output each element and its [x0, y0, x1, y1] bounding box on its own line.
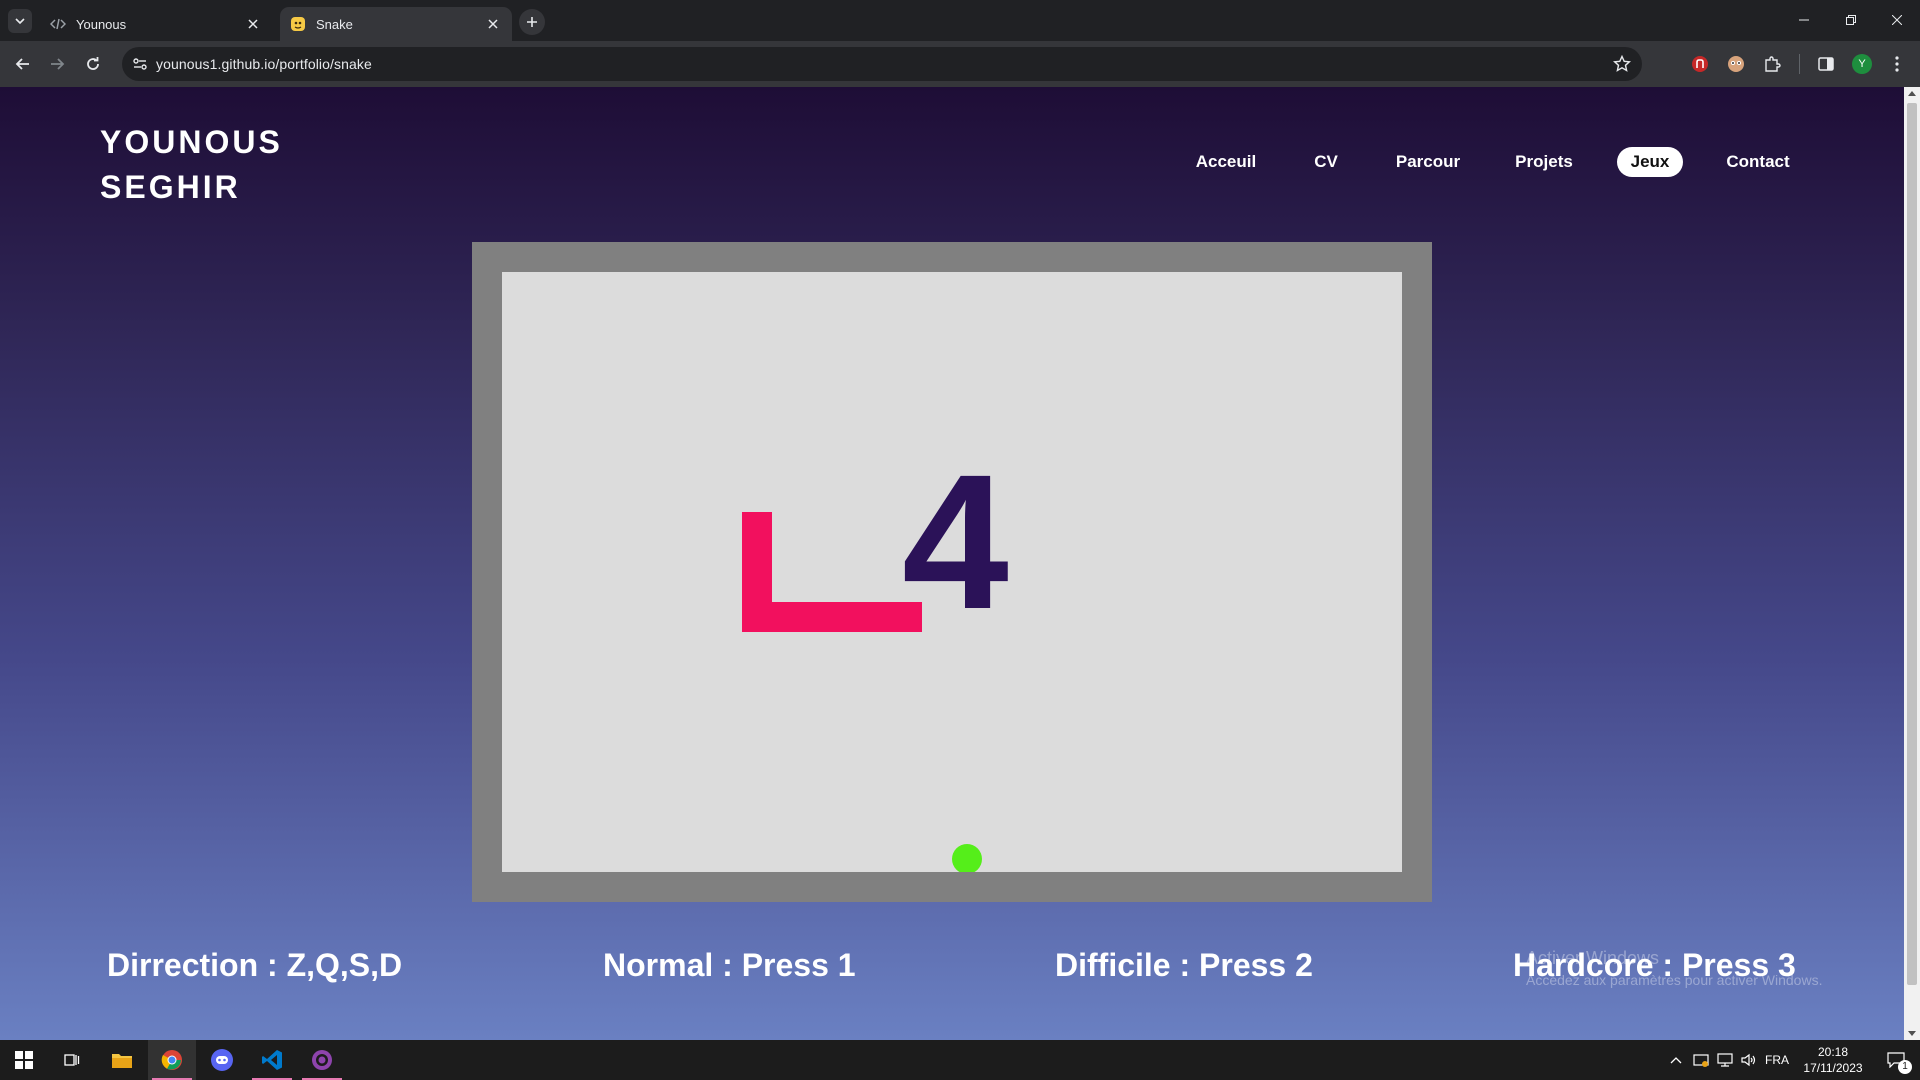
nav-link-acceuil[interactable]: Acceuil — [1182, 147, 1270, 177]
new-tab-button[interactable] — [519, 9, 545, 35]
browser-toolbar: younous1.github.io/portfolio/snake Y — [0, 41, 1920, 87]
page-viewport: YOUNOUS SEGHIR Acceuil CV Parcour Projet… — [0, 87, 1904, 1040]
control-difficile: Difficile : Press 2 — [1055, 947, 1313, 983]
scroll-up-icon[interactable] — [1908, 91, 1916, 96]
browser-tab-strip: Younous Snake — [0, 0, 1920, 41]
reload-button[interactable] — [80, 51, 106, 77]
profile-initial: Y — [1858, 58, 1866, 70]
github-desktop-icon — [312, 1050, 332, 1070]
score-display: 4 — [902, 434, 1009, 649]
reload-icon — [87, 57, 99, 70]
nav-link-cv[interactable]: CV — [1300, 147, 1352, 177]
volume-icon[interactable] — [1738, 1040, 1760, 1080]
start-button[interactable] — [0, 1040, 48, 1080]
windows-taskbar: FRA 20:18 17/11/2023 1 — [0, 1040, 1920, 1080]
task-view-icon — [64, 1054, 80, 1066]
close-icon[interactable] — [244, 15, 262, 33]
close-window-button[interactable] — [1882, 6, 1912, 34]
restore-button[interactable] — [1836, 6, 1866, 34]
snake-favicon-icon — [290, 16, 306, 32]
tab-title: Younous — [76, 16, 127, 32]
game-board[interactable]: 4 — [502, 272, 1402, 872]
game-frame: 4 — [472, 242, 1432, 902]
file-explorer-button[interactable] — [98, 1040, 146, 1080]
bookmark-star-icon[interactable] — [1612, 54, 1632, 74]
snake-food — [952, 844, 982, 872]
toolbar-separator — [1799, 54, 1800, 74]
control-direction: Dirrection : Z,Q,S,D — [107, 947, 403, 983]
main-nav: Acceuil CV Parcour Projets Jeux Contact — [0, 147, 1904, 179]
site-info-icon[interactable] — [130, 54, 150, 74]
snake-body-horizontal — [742, 602, 922, 632]
browser-tab-younous[interactable]: Younous — [40, 7, 272, 41]
chrome-icon — [161, 1050, 182, 1070]
notification-center-button[interactable]: 1 — [1880, 1040, 1912, 1080]
folder-icon — [112, 1054, 132, 1068]
chevron-down-icon — [15, 18, 25, 25]
address-bar[interactable]: younous1.github.io/portfolio/snake — [122, 47, 1642, 81]
clock-time: 20:18 — [1817, 1045, 1849, 1059]
close-icon[interactable] — [484, 15, 502, 33]
forward-button[interactable] — [44, 51, 70, 77]
tab-search-button[interactable] — [8, 9, 32, 33]
discord-icon — [211, 1049, 233, 1071]
watermark-title: Activer Windows — [1526, 948, 1660, 968]
kebab-menu-icon — [1895, 56, 1899, 72]
vscode-icon — [262, 1050, 282, 1070]
nav-link-parcour[interactable]: Parcour — [1380, 147, 1476, 177]
extension-red-icon[interactable] — [1689, 53, 1711, 75]
github-desktop-taskbar-button[interactable] — [298, 1040, 346, 1080]
nav-link-contact[interactable]: Contact — [1716, 147, 1800, 177]
nav-link-projets[interactable]: Projets — [1504, 147, 1584, 177]
notification-count: 1 — [1898, 1060, 1912, 1074]
control-normal: Normal : Press 1 — [603, 947, 856, 983]
url-text: younous1.github.io/portfolio/snake — [156, 56, 372, 72]
watermark-subtitle: Accédez aux paramètres pour activer Wind… — [1526, 972, 1823, 988]
windows-logo-icon — [15, 1051, 33, 1069]
tray-security-icon[interactable] — [1690, 1040, 1712, 1080]
network-icon[interactable] — [1714, 1040, 1736, 1080]
clock-date: 17/11/2023 — [1803, 1061, 1863, 1075]
restore-icon — [1846, 15, 1856, 25]
minimize-icon — [1799, 19, 1809, 21]
code-icon — [50, 16, 66, 32]
taskbar-clock[interactable]: 20:18 17/11/2023 — [1786, 1044, 1880, 1076]
back-button[interactable] — [10, 51, 36, 77]
scrollbar-thumb[interactable] — [1907, 103, 1917, 985]
show-hidden-icons-button[interactable] — [1666, 1040, 1686, 1080]
nav-link-jeux[interactable]: Jeux — [1617, 147, 1683, 177]
tab-title: Snake — [316, 16, 353, 32]
arrow-left-icon — [15, 58, 29, 70]
extensions-puzzle-icon[interactable] — [1761, 53, 1783, 75]
browser-tab-snake[interactable]: Snake — [280, 7, 512, 41]
close-icon — [1892, 15, 1902, 25]
minimize-button[interactable] — [1789, 6, 1819, 34]
windows-activation-watermark: Activer Windows Accédez aux paramètres p… — [1526, 947, 1822, 991]
browser-menu-button[interactable] — [1886, 53, 1908, 75]
extension-face-icon[interactable] — [1725, 53, 1747, 75]
profile-avatar[interactable]: Y — [1851, 53, 1873, 75]
page-scrollbar[interactable] — [1904, 87, 1920, 1040]
arrow-right-icon — [51, 58, 65, 70]
scroll-down-icon[interactable] — [1908, 1031, 1916, 1036]
discord-taskbar-button[interactable] — [198, 1040, 246, 1080]
side-panel-icon[interactable] — [1815, 53, 1837, 75]
task-view-button[interactable] — [48, 1040, 96, 1080]
plus-icon — [527, 17, 537, 27]
chrome-taskbar-button[interactable] — [148, 1040, 196, 1080]
chevron-up-icon — [1670, 1057, 1682, 1064]
vscode-taskbar-button[interactable] — [248, 1040, 296, 1080]
